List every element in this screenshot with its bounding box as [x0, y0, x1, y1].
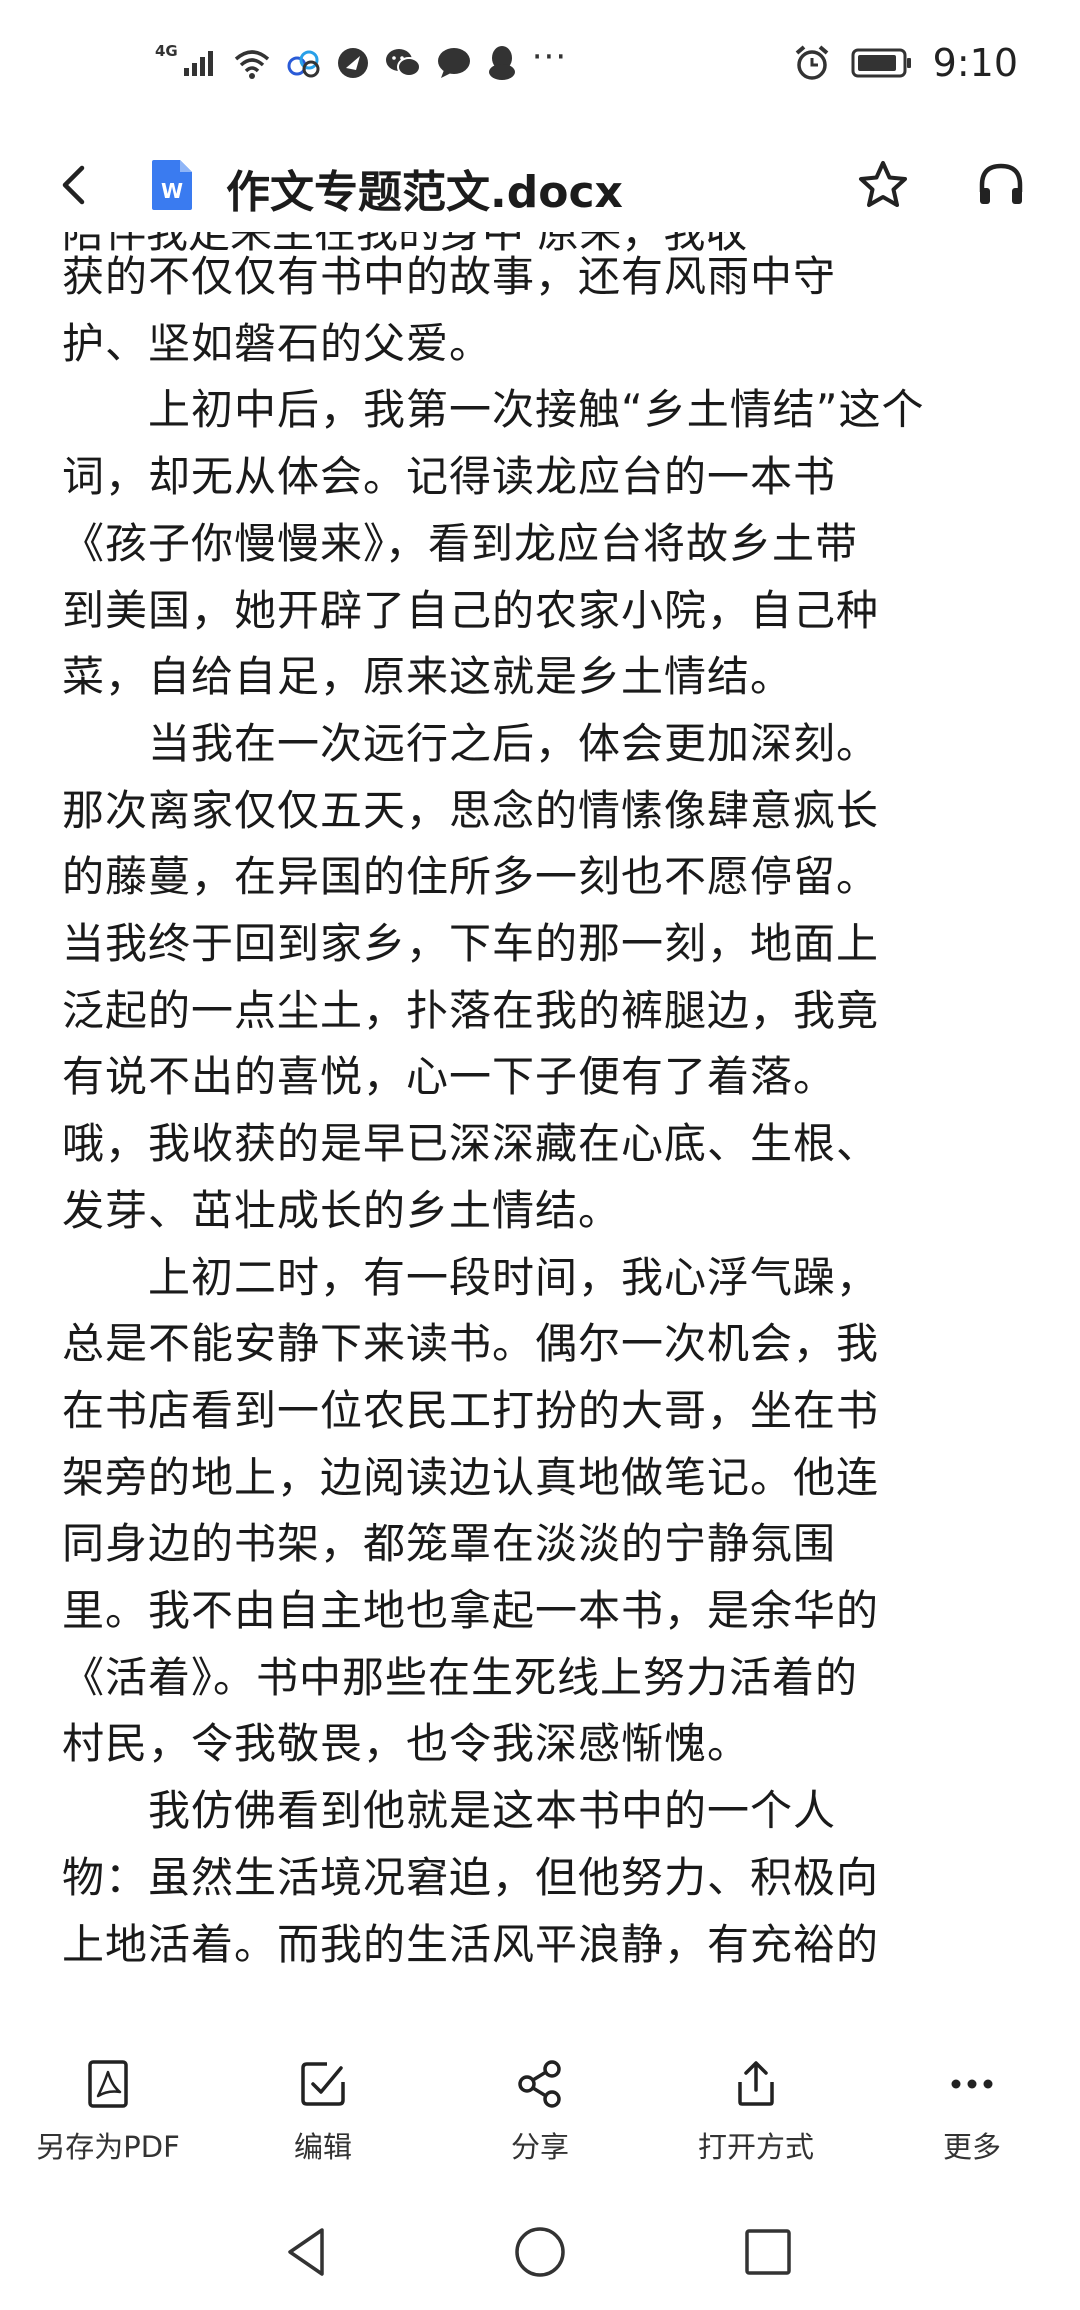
status-time: 9:10	[932, 41, 1018, 85]
document-line: 有说不出的喜悦，心一下子便有了着落。	[62, 1052, 837, 1102]
more-button[interactable]: 更多	[872, 2040, 1072, 2166]
status-left-icons: 4G ···	[155, 37, 568, 88]
document-line: 物：虽然生活境况窘迫，但他努力、积极向	[62, 1852, 880, 1902]
status-right-icons: 9:10	[793, 38, 1018, 88]
document-line: 在书店看到一位农民工打扮的大哥，坐在书	[62, 1385, 880, 1435]
title-bar: W 作文专题范文.docx	[0, 140, 1080, 230]
open-with-button[interactable]: 打开方式	[656, 2040, 856, 2166]
share-button[interactable]: 分享	[440, 2040, 640, 2166]
document-title: 作文专题范文.docx	[226, 167, 623, 218]
share-label: 分享	[510, 2130, 569, 2164]
qq-icon	[488, 46, 515, 80]
doc-icon-letter: W	[161, 179, 183, 203]
nav-home-icon[interactable]	[510, 2222, 570, 2282]
alarm-icon	[795, 45, 828, 80]
more-notifications-indicator: ···	[531, 37, 568, 77]
document-lines: 获的不仅仅有书中的故事，还有风雨中守 护、坚如磐石的父爱。 上初中后，我第一次接…	[62, 244, 925, 1978]
document-line: 总是不能安静下来读书。偶尔一次机会，我	[62, 1319, 880, 1369]
word-doc-icon: W	[152, 160, 192, 210]
pdf-icon	[88, 2060, 128, 2108]
document-line: 同身边的书架，都笼罩在淡淡的宁静氛围	[62, 1519, 837, 1569]
document-line: 泛起的一点尘土，扑落在我的裤腿边，我竟	[62, 985, 880, 1035]
document-line: 的藤蔓，在异国的住所多一刻也不愿停留。	[62, 852, 880, 902]
document-line: 护、坚如磐石的父爱。	[62, 318, 493, 368]
document-body[interactable]: 陪伴我走来坐在我的身中 原来，我收 获的不仅仅有书中的故事，还有风雨中守 护、坚…	[62, 232, 1032, 2022]
document-line: 《活着》。书中那些在生死线上努力活着的	[62, 1652, 859, 1702]
document-line: 发芽、茁壮成长的乡土情结。	[62, 1185, 622, 1235]
wechat-icon	[385, 49, 421, 77]
save-as-pdf-label: 另存为PDF	[36, 2130, 180, 2164]
network-type-label: 4G	[155, 42, 178, 60]
status-bar: 4G ··· 9:10	[0, 0, 1080, 120]
document-line: 词，却无从体会。记得读龙应台的一本书	[62, 452, 837, 502]
document-line: 上初二时，有一段时间，我心浮气躁，	[62, 1252, 880, 1302]
cloud-app-icon	[287, 50, 320, 78]
wifi-icon	[234, 50, 269, 79]
document-line: 架旁的地上，边阅读边认真地做笔记。他连	[62, 1452, 880, 1502]
message-icon	[437, 48, 470, 78]
save-as-pdf-button[interactable]: 另存为PDF	[8, 2040, 208, 2166]
signal-icon	[183, 51, 213, 76]
edit-button[interactable]: 编辑	[223, 2040, 423, 2166]
document-line: 哦，我收获的是早已深深藏在心底、生根、	[62, 1119, 880, 1169]
document-line: 上地活着。而我的生活风平浪静，有充裕的	[62, 1919, 880, 1969]
document-line: 到美国，她开辟了自己的农家小院，自己种	[62, 585, 880, 635]
edit-label: 编辑	[293, 2130, 352, 2164]
battery-icon	[851, 48, 911, 78]
more-label: 更多	[942, 2130, 1001, 2164]
more-icon	[951, 2079, 993, 2089]
document-line: 里。我不由自主地也拿起一本书，是余华的	[62, 1586, 880, 1636]
document-line: 村民，令我敬畏，也令我深感惭愧。	[62, 1719, 751, 1769]
back-icon[interactable]	[50, 160, 100, 210]
nav-back-icon[interactable]	[278, 2222, 338, 2282]
document-line: 当我终于回到家乡，下车的那一刻，地面上	[62, 919, 880, 969]
star-icon[interactable]	[856, 158, 910, 212]
open-with-label: 打开方式	[697, 2130, 814, 2164]
headphones-icon[interactable]	[974, 158, 1028, 212]
bottom-toolbar: 另存为PDF 编辑 分享 打开方式 更多	[0, 2040, 1080, 2190]
system-navigation-bar	[0, 2200, 1080, 2310]
document-line: 那次离家仅仅五天，思念的情愫像肆意疯长	[62, 785, 880, 835]
nav-recents-icon[interactable]	[738, 2222, 798, 2282]
document-line: 上初中后，我第一次接触“乡土情结”这个	[62, 385, 925, 435]
document-line: 我仿佛看到他就是这本书中的一个人	[62, 1786, 837, 1836]
edit-icon	[301, 2062, 345, 2106]
document-line: 菜，自给自足，原来这就是乡土情结。	[62, 652, 794, 702]
document-line: 获的不仅仅有书中的故事，还有风雨中守	[62, 252, 837, 301]
document-line: 当我在一次远行之后，体会更加深刻。	[62, 718, 880, 768]
document-line: 《孩子你慢慢来》，看到龙应台将故乡土带	[62, 518, 859, 568]
share-icon	[518, 2060, 561, 2108]
browser-app-icon	[337, 48, 368, 78]
open-with-icon	[738, 2061, 774, 2106]
